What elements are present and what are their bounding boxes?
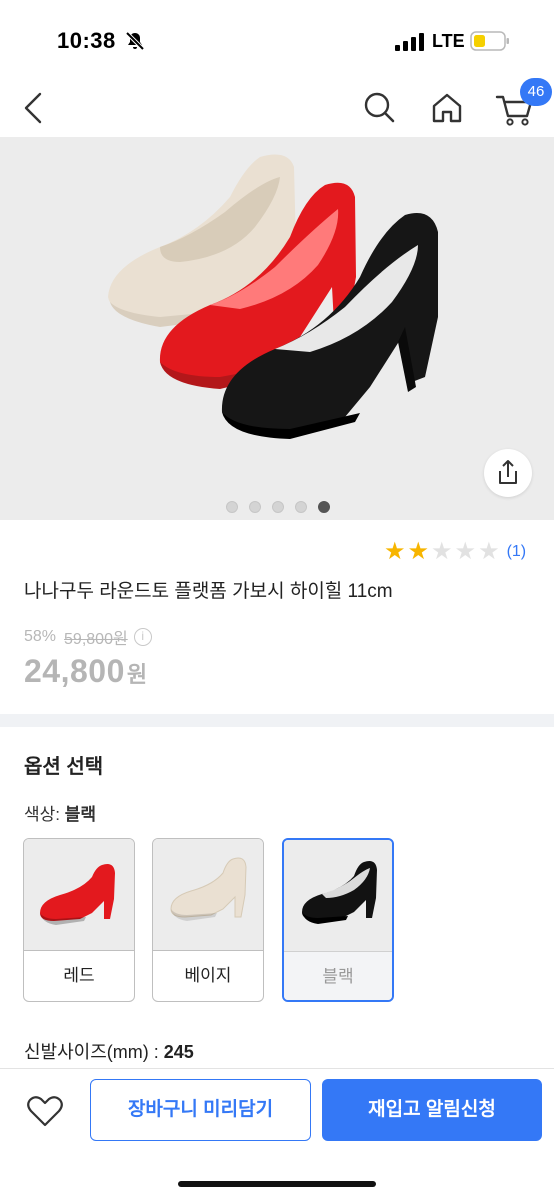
carousel-dot[interactable] (272, 501, 284, 513)
carousel-dot[interactable] (249, 501, 261, 513)
star-filled-icon: ★ (407, 538, 430, 565)
rating[interactable]: ★★★★★ (1) (384, 540, 526, 564)
product-image (108, 154, 438, 439)
bottom-action-bar: 장바구니 미리담기 재입고 알림신청 (0, 1068, 554, 1200)
heart-icon[interactable] (24, 1091, 66, 1131)
color-option-beige[interactable]: 베이지 (152, 838, 264, 1002)
sale-price-value: 24,800 (24, 653, 125, 689)
sale-price: 24,800원 (24, 653, 147, 690)
rating-stars: ★★★★★ (384, 540, 502, 564)
color-option-red[interactable]: 레드 (23, 838, 135, 1002)
original-price: 59,800원 (64, 631, 128, 648)
beige-pump-thumb (170, 857, 247, 921)
review-count[interactable]: (1) (507, 543, 527, 561)
bell-muted-icon (125, 31, 145, 51)
size-label: 신발사이즈(mm) : 245 (24, 1038, 194, 1064)
discount-rate: 58% (24, 628, 57, 645)
product-title: 나나구두 라운드토 플랫폼 가보시 하이힐 11cm (24, 581, 393, 602)
product-image-carousel[interactable] (0, 137, 554, 520)
color-label-text: 색상: (24, 805, 65, 824)
home-indicator (178, 1181, 376, 1187)
color-option-label: 베이지 (184, 966, 232, 985)
carousel-dots (226, 501, 330, 513)
back-icon[interactable] (16, 88, 52, 128)
status-bar: 10:38 LTE (0, 0, 554, 80)
status-time: 10:38 (57, 28, 116, 53)
section-divider (0, 714, 554, 727)
add-to-cart-button[interactable]: 장바구니 미리담기 (90, 1079, 311, 1141)
star-empty-icon: ★ (478, 538, 500, 565)
network-type: LTE (432, 31, 465, 51)
share-icon[interactable] (484, 449, 532, 497)
color-label: 색상: 블랙 (24, 800, 96, 825)
red-pump-thumb (40, 864, 115, 925)
home-icon[interactable] (427, 88, 467, 128)
black-pump-thumb (302, 861, 377, 924)
selected-color: 블랙 (64, 805, 97, 824)
carousel-dot[interactable] (295, 501, 307, 513)
price-row: 58% 59,800원 i (24, 625, 152, 649)
color-option-image (153, 839, 263, 951)
color-option-image (284, 840, 392, 952)
color-option-label: 레드 (63, 966, 95, 985)
selected-size: 245 (163, 1042, 194, 1062)
size-label-text: 신발사이즈(mm) : (24, 1042, 164, 1062)
info-icon[interactable]: i (133, 628, 152, 646)
search-icon[interactable] (360, 88, 400, 128)
battery-icon (470, 31, 509, 51)
carousel-dot[interactable] (226, 501, 238, 513)
sale-price-currency: 원 (126, 662, 148, 687)
color-option-image (24, 839, 134, 951)
app-bar (0, 80, 554, 136)
option-heading: 옵션 선택 (24, 756, 104, 778)
signal-icon (395, 33, 424, 51)
star-empty-icon: ★ (454, 538, 477, 565)
carousel-dot-active[interactable] (318, 501, 330, 513)
star-filled-icon: ★ (384, 538, 406, 565)
cart-count-badge: 46 (520, 78, 552, 106)
star-empty-icon: ★ (431, 538, 453, 565)
color-option-label: 블랙 (284, 952, 392, 1000)
restock-alert-button[interactable]: 재입고 알림신청 (322, 1079, 542, 1141)
color-option-black[interactable]: 블랙 (282, 838, 394, 1002)
